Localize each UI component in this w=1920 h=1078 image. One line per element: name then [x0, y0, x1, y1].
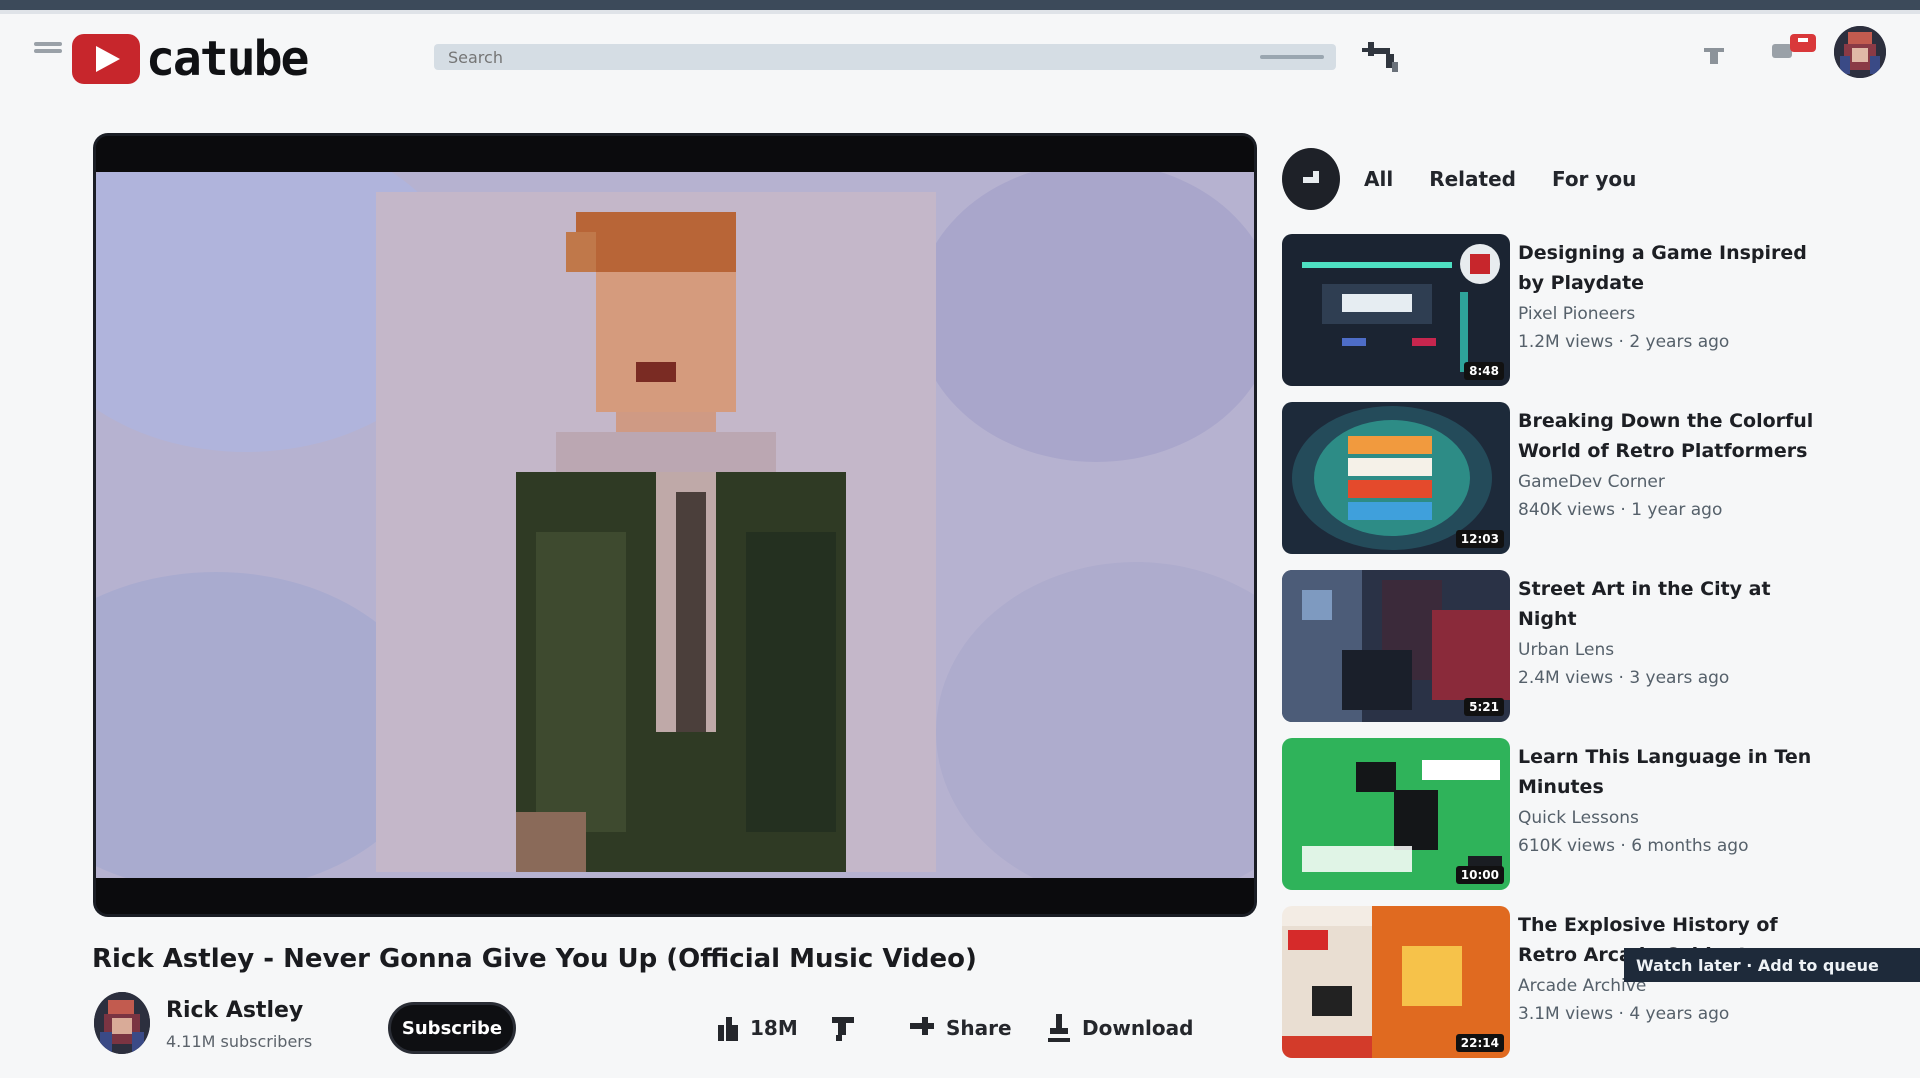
video-duration: 12:03: [1455, 530, 1504, 548]
recommendation-meta: 840K views · 1 year ago: [1518, 500, 1723, 520]
video-duration: 10:00: [1455, 866, 1504, 884]
video-thumbnail[interactable]: 22:14: [1282, 906, 1510, 1058]
recommendation-channel[interactable]: Quick Lessons: [1518, 808, 1639, 828]
recommendation-channel[interactable]: Urban Lens: [1518, 640, 1614, 660]
thumbs-down-icon: [832, 1017, 854, 1041]
video-player[interactable]: [96, 136, 1254, 914]
search-bar[interactable]: [434, 44, 1336, 70]
user-avatar[interactable]: [1834, 26, 1886, 78]
recommendation-channel[interactable]: GameDev Corner: [1518, 472, 1665, 492]
window-top-divider: [0, 10, 1920, 14]
logo-text: catube: [146, 31, 309, 87]
dislike-button[interactable]: [828, 1008, 858, 1048]
thumbs-up-icon: [718, 1017, 738, 1041]
recommendation-title[interactable]: Street Art in the City at Night: [1518, 574, 1818, 634]
player-top-bar: [96, 136, 1254, 172]
recommendation-item[interactable]: 10:00 Learn This Language in Ten Minutes…: [1282, 738, 1912, 906]
video-duration: 5:21: [1464, 698, 1504, 716]
player-bottom-bar: [96, 878, 1254, 914]
recommendation-meta: 2.4M views · 3 years ago: [1518, 668, 1730, 688]
like-count: 18M: [750, 1016, 798, 1040]
recommendation-item[interactable]: 12:03 Breaking Down the Colorful World o…: [1282, 402, 1912, 570]
chip-all[interactable]: All: [1364, 167, 1393, 191]
channel-subscriber-count: 4.11M subscribers: [166, 1032, 313, 1051]
subscribe-button[interactable]: Subscribe: [388, 1002, 516, 1054]
share-label: Share: [946, 1016, 1012, 1040]
video-duration: 8:48: [1464, 362, 1504, 380]
clear-search-icon[interactable]: [1260, 50, 1324, 64]
recommendation-title[interactable]: Designing a Game Inspired by Playdate: [1518, 238, 1818, 298]
download-icon: [1048, 1014, 1070, 1042]
play-logo-icon: [72, 34, 140, 84]
video-thumbnail[interactable]: 5:21: [1282, 570, 1510, 722]
search-input[interactable]: [434, 44, 1336, 70]
tooltip: Watch later · Add to queue: [1624, 948, 1920, 982]
video-thumbnail[interactable]: 12:03: [1282, 402, 1510, 554]
video-thumbnail[interactable]: 8:48: [1282, 234, 1510, 386]
recommendation-title[interactable]: Breaking Down the Colorful World of Retr…: [1518, 406, 1818, 466]
recommendation-item[interactable]: 8:48 Designing a Game Inspired by Playda…: [1282, 234, 1912, 402]
recommendation-meta: 1.2M views · 2 years ago: [1518, 332, 1730, 352]
like-button[interactable]: 18M: [716, 1008, 798, 1048]
recommendation-title[interactable]: Learn This Language in Ten Minutes: [1518, 742, 1818, 802]
recommendation-item[interactable]: 5:21 Street Art in the City at Night Urb…: [1282, 570, 1912, 738]
recommendation-meta: 3.1M views · 4 years ago: [1518, 1004, 1730, 1024]
channel-avatar[interactable]: [94, 992, 150, 1054]
search-icon[interactable]: [1354, 38, 1406, 78]
download-button[interactable]: Download: [1046, 1008, 1193, 1048]
menu-icon[interactable]: [34, 42, 62, 54]
recommendation-item[interactable]: 22:14 The Explosive History of Retro Arc…: [1282, 906, 1912, 1074]
chip-related[interactable]: Related: [1429, 167, 1516, 191]
chip-for-you[interactable]: For you: [1552, 167, 1636, 191]
download-label: Download: [1082, 1016, 1194, 1040]
explore-icon[interactable]: [1282, 148, 1340, 210]
notifications-icon[interactable]: [1770, 34, 1818, 66]
logo[interactable]: catube: [72, 31, 309, 87]
recommendation-channel[interactable]: Pixel Pioneers: [1518, 304, 1635, 324]
share-icon: [910, 1017, 934, 1035]
video-frame[interactable]: [96, 136, 1254, 902]
channel-name[interactable]: Rick Astley: [166, 998, 303, 1023]
video-thumbnail[interactable]: 10:00: [1282, 738, 1510, 890]
share-button[interactable]: Share: [908, 1008, 1012, 1048]
recommendation-meta: 610K views · 6 months ago: [1518, 836, 1749, 856]
video-title: Rick Astley - Never Gonna Give You Up (O…: [92, 944, 977, 974]
cast-icon[interactable]: [1700, 42, 1728, 70]
filter-chips: All Related For you: [1282, 148, 1672, 210]
window-top-border: [0, 0, 1920, 10]
video-duration: 22:14: [1455, 1034, 1504, 1052]
